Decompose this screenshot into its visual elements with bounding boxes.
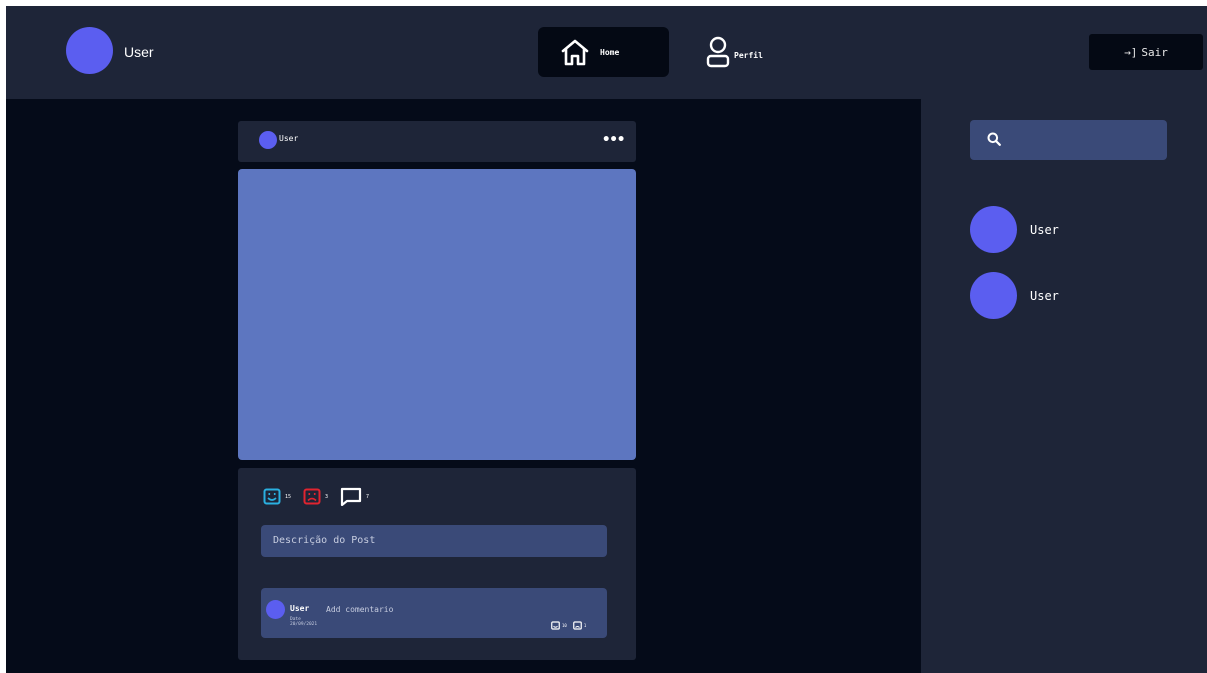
post-header: User ••• (238, 121, 636, 162)
header-username[interactable]: User (124, 44, 154, 60)
app-frame: User Home Perfil →] Sair User ••• 15 3 7… (6, 6, 1207, 673)
comment-icon[interactable] (340, 487, 362, 506)
like-count: 15 (285, 493, 292, 500)
comment-date: Date 20/09/2021 (290, 617, 317, 627)
sad-icon[interactable] (572, 621, 582, 630)
comment-like-count: 10 (562, 623, 567, 628)
add-comment-input[interactable]: Add comentario (326, 605, 393, 614)
nav-home-label: Home (600, 47, 620, 57)
comment-box: User Add comentario Date 20/09/2021 10 1 (261, 588, 607, 638)
suggested-user-avatar (970, 206, 1017, 253)
post-body: 15 3 7 Descrição do Post User Add coment… (238, 468, 636, 660)
suggested-user[interactable]: User (970, 206, 1059, 253)
post-image (238, 169, 636, 460)
nav-home-button[interactable]: Home (538, 27, 669, 77)
header-avatar[interactable] (66, 27, 113, 74)
comment-avatar (266, 600, 285, 619)
comment-username: User (290, 604, 310, 613)
suggested-user[interactable]: User (970, 272, 1059, 319)
comment-dislike-count: 1 (583, 623, 587, 628)
nav-perfil-label: Perfil (734, 50, 763, 60)
suggested-user-name: User (1030, 222, 1059, 237)
search-input[interactable] (970, 120, 1167, 160)
right-sidebar: User User (921, 99, 1207, 673)
comment-date-value: 20/09/2021 (290, 622, 318, 627)
smile-icon[interactable] (263, 488, 281, 505)
logout-arrow-icon: →] (1124, 45, 1138, 59)
comment-reactions: 10 1 (551, 621, 592, 630)
search-icon (987, 132, 1001, 146)
logout-button[interactable]: →] Sair (1089, 34, 1203, 70)
post-author-avatar[interactable] (259, 131, 277, 149)
more-dots-icon[interactable]: ••• (602, 132, 625, 148)
post-author-name[interactable]: User (279, 134, 298, 143)
comment-count: 7 (366, 493, 370, 500)
dislike-count: 3 (325, 493, 329, 500)
user-icon (706, 36, 730, 68)
sad-icon[interactable] (303, 488, 321, 505)
nav-perfil-button[interactable]: Perfil (706, 34, 763, 70)
home-icon (561, 39, 589, 66)
suggested-user-name: User (1030, 288, 1059, 303)
reaction-bar: 15 3 7 (263, 487, 381, 506)
post-description: Descrição do Post (261, 525, 607, 557)
suggested-user-avatar (970, 272, 1017, 319)
logout-label: Sair (1141, 45, 1168, 59)
smile-icon[interactable] (551, 621, 560, 630)
top-header: User Home Perfil →] Sair (6, 6, 1207, 99)
